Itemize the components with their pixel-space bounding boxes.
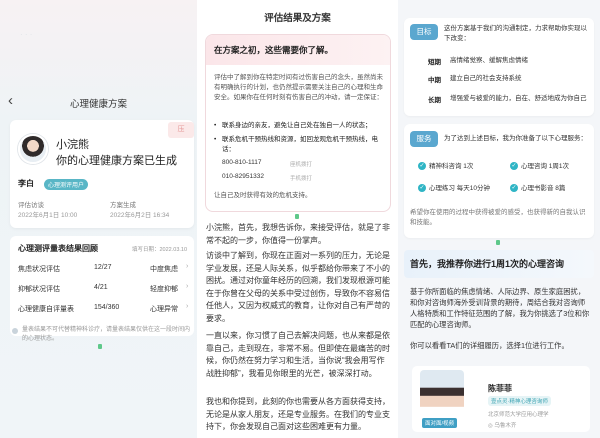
intro-paragraph: 小浣熊，首先，我想告诉你，来接受评估，就是了非常不起的一步，你值得一份掌声。 — [206, 223, 390, 245]
user-label: 李白 — [18, 179, 34, 188]
scale-date: 填写日期：2022.03.10 — [132, 247, 188, 253]
counselor-location: ◎ 乌鲁木齐 — [488, 423, 517, 429]
counselor-education: 北京师范大学应用心理学 — [488, 412, 549, 418]
marker-icon — [496, 240, 500, 245]
check-icon: ✓ — [510, 184, 518, 193]
service-item: ✓ 心理书影音 8篇 — [510, 184, 566, 193]
counselor-name: 陈菲菲 — [488, 384, 512, 393]
evaluation-panel: 评估结果及方案 在方案之初，这些需要你了解。 评估中了解到你在特定时间有过伤害自… — [197, 0, 398, 438]
notice-box: 在方案之初，这些需要你了解。 评估中了解到你在特定时间有过伤害自己的念头，虽然尚… — [205, 34, 391, 212]
marker-icon — [98, 344, 102, 349]
counselor-mode-badge: 面对面/视频 — [422, 418, 458, 428]
check-icon: ✓ — [510, 162, 518, 171]
service-note: 希望你在使用的过程中获得被爱的感受，也获得新的自我认识和技能。 — [410, 209, 586, 226]
goal-chip: 目标 — [410, 24, 438, 40]
notice-footer: 让自己及时获得有效的危机支持。 — [214, 192, 312, 199]
page-title: 心理健康方案 — [69, 99, 127, 110]
goal-text: 高情绪觉察、缓解焦虑情绪 — [450, 57, 528, 64]
notice-bullet: 联系危机干预热线和资源，如回龙观危机干预热线，电话： — [222, 136, 378, 153]
user-nickname: 小浣熊 — [56, 139, 89, 151]
chevron-right-icon[interactable]: › — [186, 283, 188, 290]
goal-term: 长期 — [428, 97, 441, 104]
recommend-paragraph: 你可以看看TA们的详细履历，选择1位进行工作。 — [410, 341, 569, 350]
scale-score: 154/360 — [94, 304, 120, 311]
goal-text: 建立自己的社会支持系统 — [450, 75, 522, 82]
plan-time-label: 方案生成 — [110, 202, 136, 209]
scale-level[interactable]: 轻度抑郁 — [150, 284, 178, 294]
notice-title: 在方案之初，这些需要你了解。 — [214, 45, 334, 55]
status-tag: 压 — [168, 122, 194, 138]
scale-score: 12/27 — [94, 264, 112, 271]
goal-text: 增强爱与被爱的能力，自在、舒适地成为你自己 — [450, 95, 587, 102]
disclaimer: 量表结果不可代替精神科诊疗，请量表结果仅供在这一段时间内的心理状态。 — [22, 327, 191, 342]
service-item: ✓ 心理练习 每天10分钟 — [418, 184, 491, 193]
hotline-number[interactable]: 800-810-1117 — [222, 159, 262, 166]
eval-time: 2022年6月1日 10:00 — [18, 212, 78, 219]
intro-paragraph: 一直以来，你习惯了自己去解决问题，也从来都是依靠自己，走到现在，非常不易。但即使… — [206, 331, 390, 378]
chevron-right-icon[interactable]: › — [186, 263, 188, 270]
eval-time-label: 评估访谈 — [18, 202, 44, 209]
service-intro: 为了达到上述目标，我为你准备了以下心理服务： — [444, 135, 587, 142]
scale-name: 抑郁状况评估 — [18, 286, 60, 293]
notice-bullet: 联系身边的亲友，避免让自己处在独自一人的状态； — [222, 122, 372, 129]
counselor-tag: 壹点灵·精神心理咨询师 — [488, 396, 551, 406]
plan-time: 2022年6月2日 16:34 — [110, 212, 170, 219]
plan-headline: 你的心理健康方案已生成 — [56, 155, 177, 167]
watermark: · · · — [20, 30, 33, 39]
recommend-title: 首先，我推荐你进行1周1次的心理咨询 — [410, 259, 565, 269]
scale-name: 心理健康自评量表 — [18, 306, 74, 313]
info-icon — [12, 328, 18, 334]
hotline-number[interactable]: 010-82951332 — [222, 173, 264, 180]
marker-icon — [295, 214, 299, 219]
scale-level[interactable]: 心理异常 — [150, 304, 178, 314]
plan-detail-panel: 目标 这份方案基于我们的沟通制定，力求帮助你实现以下改变： 短期 高情绪觉察、缓… — [398, 0, 600, 438]
scale-score: 4/21 — [94, 284, 108, 291]
service-chip: 服务 — [410, 131, 438, 147]
bullet-dot: • — [214, 136, 217, 143]
goal-intro: 这份方案基于我们的沟通制定，力求帮助你实现以下改变： — [444, 25, 587, 42]
health-plan-panel: · · · ‹ 心理健康方案 压 小浣熊 你的心理健康方案已生成 李白 心理测评… — [0, 0, 197, 438]
goal-term: 中期 — [428, 77, 441, 84]
scale-title: 心理测评量表结果回顾 — [18, 244, 98, 253]
scale-name: 焦虑状况评估 — [18, 266, 60, 273]
check-icon: ✓ — [418, 162, 426, 171]
chevron-right-icon[interactable]: › — [186, 303, 188, 310]
bullet-dot: • — [214, 122, 217, 129]
service-item: ✓ 精神科咨询 1次 — [418, 162, 474, 171]
hotline-note: 手机拨打 — [290, 176, 313, 182]
avatar — [18, 134, 48, 164]
section-header: 评估结果及方案 — [264, 13, 331, 24]
user-badge: 心理测评用户 — [44, 179, 89, 190]
intro-paragraph: 访谈中了解到，你现在正面对一系列的压力，无论是学业发展，还是人际关系，似乎都给你… — [206, 251, 390, 323]
scale-level[interactable]: 中度焦虑 — [150, 264, 178, 274]
recommend-paragraph: 基于你所面临的焦虑情绪、人际边界、原生家庭困扰，和你对咨询师海外受训背景的期待，… — [410, 287, 590, 329]
service-item: ✓ 心理咨询 1周1次 — [510, 162, 570, 171]
notice-body: 评估中了解到你在特定时间有过伤害自己的念头，虽然尚未有明确执行的计划，也仍然提示… — [214, 74, 383, 101]
intro-paragraph: 我也和你提到，此刻的你也需要从各方面获得支持，无论是从家人朋友，还是专业服务。在… — [206, 397, 390, 432]
hotline-note: 座机拨打 — [290, 162, 313, 168]
goal-term: 短期 — [428, 59, 441, 66]
check-icon: ✓ — [418, 184, 426, 193]
